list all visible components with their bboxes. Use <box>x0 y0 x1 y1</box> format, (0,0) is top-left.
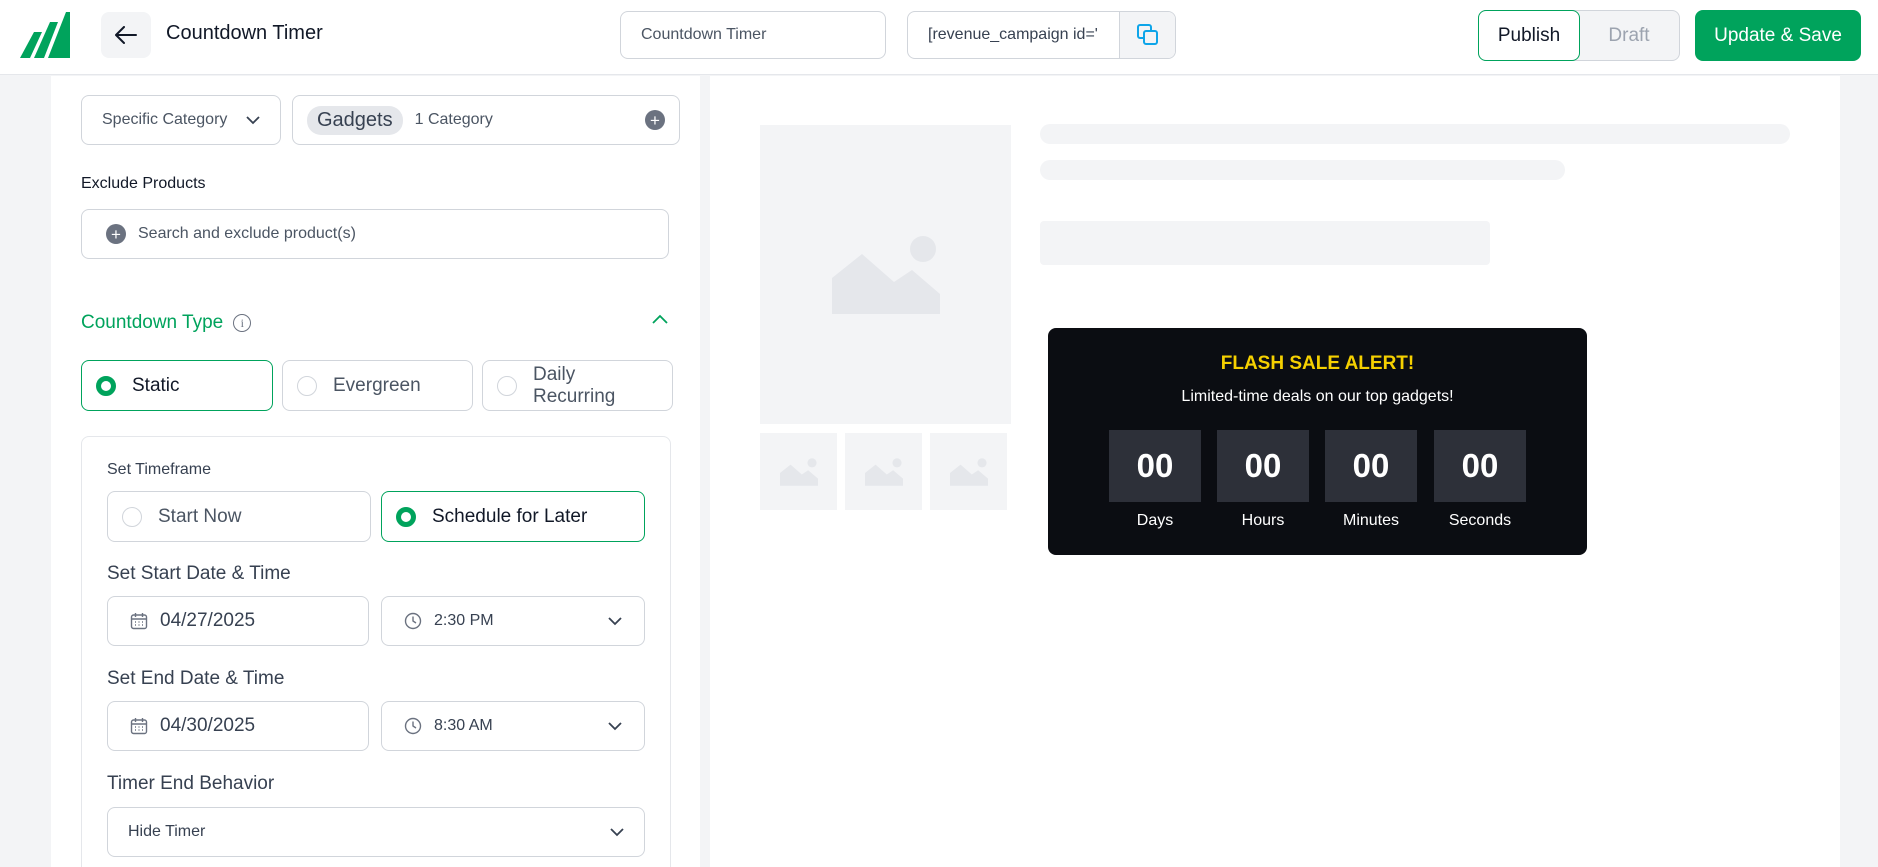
clock-icon <box>404 717 422 735</box>
shortcode-text[interactable]: [revenue_campaign id=' <box>908 12 1119 58</box>
radio-unselected <box>497 375 517 396</box>
shortcode-field: [revenue_campaign id=' <box>907 11 1176 59</box>
category-chip[interactable]: Gadgets <box>307 105 403 135</box>
calendar-icon <box>130 718 148 735</box>
timer-end-behavior-select[interactable]: Hide Timer <box>107 807 645 857</box>
skeleton-line <box>1040 160 1565 180</box>
timeframe-label: Schedule for Later <box>432 505 588 527</box>
countdown-type-heading[interactable]: Countdown Type i <box>81 312 252 334</box>
countdown-timer-preview: FLASH SALE ALERT! Limited-time deals on … <box>1048 328 1587 555</box>
start-datetime-label: Set Start Date & Time <box>107 563 291 584</box>
preview-panel: FLASH SALE ALERT! Limited-time deals on … <box>710 76 1840 867</box>
timer-unit-days: 00 Days <box>1109 430 1201 530</box>
radio-unselected <box>297 375 317 396</box>
end-time-field[interactable]: 8:30 AM <box>381 701 645 751</box>
type-option-evergreen[interactable]: Evergreen <box>282 360 473 411</box>
exclude-products-placeholder: Search and exclude product(s) <box>138 225 356 242</box>
chevron-down-icon <box>608 616 622 625</box>
timer-subtitle: Limited-time deals on our top gadgets! <box>1181 388 1454 405</box>
copy-icon <box>1136 24 1158 45</box>
timer-label: Days <box>1136 512 1174 529</box>
update-save-button[interactable]: Update & Save <box>1695 10 1861 61</box>
chevron-down-icon <box>608 721 622 730</box>
radio-selected <box>396 506 416 527</box>
status-toggle: Publish Draft <box>1478 10 1680 61</box>
category-picker[interactable]: Gadgets 1 Category + <box>292 95 680 145</box>
image-icon <box>779 457 818 486</box>
chevron-up-icon[interactable] <box>652 314 668 324</box>
timer-unit-hours: 00 Hours <box>1217 430 1309 530</box>
copy-shortcode-button[interactable] <box>1119 12 1175 58</box>
radio-unselected <box>122 506 142 527</box>
category-count: 1 Category <box>414 111 493 128</box>
product-image-placeholder <box>760 125 1011 424</box>
radio-selected <box>96 375 116 396</box>
start-time-field[interactable]: 2:30 PM <box>381 596 645 646</box>
skeleton-line <box>1040 124 1790 144</box>
timer-value: 00 <box>1109 430 1201 502</box>
info-icon[interactable]: i <box>233 314 252 332</box>
type-option-daily-recurring[interactable]: Daily Recurring <box>482 360 673 411</box>
campaign-name-input[interactable] <box>620 11 886 59</box>
timer-unit-minutes: 00 Minutes <box>1325 430 1417 530</box>
top-bar: Countdown Timer [revenue_campaign id=' P… <box>0 0 1878 75</box>
thumbnail-placeholder <box>760 433 837 510</box>
category-scope-value: Specific Category <box>102 111 228 128</box>
app-logo <box>20 12 70 58</box>
exclude-products-input[interactable]: + Search and exclude product(s) <box>81 209 669 259</box>
type-label: Daily Recurring <box>533 363 616 407</box>
timer-end-behavior-value: Hide Timer <box>128 823 206 840</box>
type-option-static[interactable]: Static <box>81 360 273 411</box>
page-title: Countdown Timer <box>166 22 323 44</box>
type-label: Evergreen <box>333 374 421 396</box>
timer-unit-seconds: 00 Seconds <box>1434 430 1526 530</box>
start-date-value: 04/27/2025 <box>160 610 256 631</box>
set-timeframe-label: Set Timeframe <box>107 461 212 478</box>
start-time-value: 2:30 PM <box>434 612 494 629</box>
chevron-down-icon <box>610 827 624 836</box>
publish-option[interactable]: Publish <box>1478 10 1580 61</box>
chevron-down-icon <box>246 115 260 124</box>
add-category-icon[interactable]: + <box>645 110 665 130</box>
timeframe-option-schedule-later[interactable]: Schedule for Later <box>381 491 645 542</box>
timer-label: Seconds <box>1448 512 1512 529</box>
timeframe-option-start-now[interactable]: Start Now <box>107 491 371 542</box>
thumbnail-placeholder <box>845 433 922 510</box>
end-date-field[interactable]: 04/30/2025 <box>107 701 369 751</box>
timeframe-label: Start Now <box>158 505 242 527</box>
end-time-value: 8:30 AM <box>434 717 493 734</box>
back-button[interactable] <box>101 12 151 58</box>
draft-option[interactable]: Draft <box>1579 11 1679 60</box>
timer-value: 00 <box>1434 430 1526 502</box>
exclude-products-label: Exclude Products <box>81 175 206 192</box>
arrow-left-icon <box>115 26 137 44</box>
image-icon <box>864 457 903 486</box>
calendar-icon <box>130 613 148 630</box>
timer-label: Minutes <box>1342 512 1400 529</box>
timer-title: FLASH SALE ALERT! <box>1220 353 1415 374</box>
plus-circle-icon: + <box>106 224 126 244</box>
countdown-type-title: Countdown Type <box>81 312 224 333</box>
timer-value: 00 <box>1325 430 1417 502</box>
image-icon <box>949 457 988 486</box>
skeleton-block <box>1040 221 1490 265</box>
settings-panel: Specific Category Gadgets 1 Category + E… <box>51 76 700 867</box>
end-date-value: 04/30/2025 <box>160 715 256 736</box>
category-scope-select[interactable]: Specific Category <box>81 95 281 145</box>
timer-value: 00 <box>1217 430 1309 502</box>
start-date-field[interactable]: 04/27/2025 <box>107 596 369 646</box>
image-icon <box>831 235 940 314</box>
type-label: Static <box>132 374 180 396</box>
thumbnail-placeholder <box>930 433 1007 510</box>
clock-icon <box>404 612 422 630</box>
timer-label: Hours <box>1241 512 1285 529</box>
end-datetime-label: Set End Date & Time <box>107 668 285 689</box>
timer-end-behavior-label: Timer End Behavior <box>107 773 275 794</box>
